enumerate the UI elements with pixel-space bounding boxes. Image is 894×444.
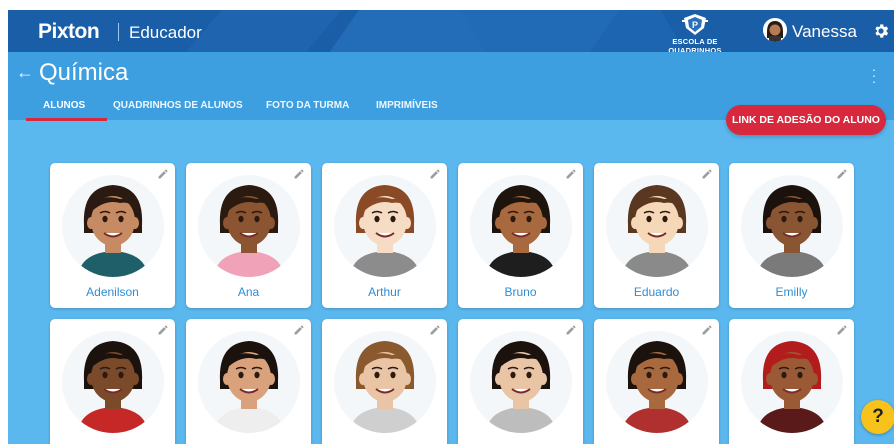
pixton-logo[interactable]: Pixton <box>38 20 100 44</box>
student-name[interactable]: Adenilson <box>50 285 175 299</box>
edit-pencil-icon[interactable] <box>157 324 169 336</box>
student-avatar <box>62 175 164 277</box>
user-name[interactable]: Vanessa <box>792 22 857 42</box>
student-avatar <box>606 331 708 433</box>
gear-icon[interactable] <box>872 22 890 40</box>
logo-divider <box>118 23 119 41</box>
product-name: Educador <box>129 23 202 42</box>
student-card[interactable]: Adenilson <box>50 163 175 308</box>
edit-pencil-icon[interactable] <box>565 168 577 180</box>
student-avatar <box>741 331 843 433</box>
edit-pencil-icon[interactable] <box>157 168 169 180</box>
tab-foto-da-turma[interactable]: FOTO DA TURMA <box>266 100 349 111</box>
edit-pencil-icon[interactable] <box>429 324 441 336</box>
more-options-icon[interactable]: · · · <box>870 62 878 88</box>
edit-pencil-icon[interactable] <box>293 324 305 336</box>
student-join-link-button[interactable]: LINK DE ADESÃO DO ALUNO <box>726 105 886 135</box>
edit-pencil-icon[interactable] <box>565 324 577 336</box>
svg-text:P: P <box>692 20 698 30</box>
student-avatar <box>470 175 572 277</box>
student-card[interactable] <box>458 319 583 444</box>
tab-imprimiveis[interactable]: IMPRIMÍVEIS <box>376 100 438 111</box>
student-card[interactable] <box>50 319 175 444</box>
student-card[interactable] <box>594 319 719 444</box>
shield-icon: P <box>682 14 708 35</box>
student-card[interactable]: Bruno <box>458 163 583 308</box>
tab-alunos[interactable]: ALUNOS <box>43 100 85 111</box>
student-name[interactable]: Arthur <box>322 285 447 299</box>
student-avatar <box>198 175 300 277</box>
student-avatar <box>334 331 436 433</box>
student-avatar <box>62 331 164 433</box>
student-avatar <box>470 331 572 433</box>
student-card[interactable] <box>729 319 854 444</box>
student-avatar <box>198 331 300 433</box>
active-tab-indicator <box>26 118 107 121</box>
class-title: Química <box>39 59 129 86</box>
user-avatar[interactable] <box>763 18 787 42</box>
edit-pencil-icon[interactable] <box>293 168 305 180</box>
edit-pencil-icon[interactable] <box>701 168 713 180</box>
back-arrow-icon[interactable]: ← <box>16 62 34 83</box>
student-name[interactable]: Bruno <box>458 285 583 299</box>
school-badge[interactable]: P ESCOLA DE QUADRINHOS <box>646 12 744 52</box>
student-card[interactable]: Arthur <box>322 163 447 308</box>
student-card[interactable]: Ana <box>186 163 311 308</box>
top-bar: Pixton Educador P ESCOLA DE QUADRINHOS V… <box>8 10 894 52</box>
student-card[interactable]: Emilly <box>729 163 854 308</box>
student-name[interactable]: Emilly <box>729 285 854 299</box>
edit-pencil-icon[interactable] <box>701 324 713 336</box>
edit-pencil-icon[interactable] <box>836 324 848 336</box>
student-avatar <box>334 175 436 277</box>
student-avatar <box>606 175 708 277</box>
tab-quadrinhos-de-alunos[interactable]: QUADRINHOS DE ALUNOS <box>113 100 243 111</box>
edit-pencil-icon[interactable] <box>836 168 848 180</box>
student-card[interactable]: Eduardo <box>594 163 719 308</box>
student-card[interactable] <box>186 319 311 444</box>
edit-pencil-icon[interactable] <box>429 168 441 180</box>
student-avatar <box>741 175 843 277</box>
student-card[interactable] <box>322 319 447 444</box>
app-frame: Pixton Educador P ESCOLA DE QUADRINHOS V… <box>8 10 894 444</box>
help-button[interactable]: ? <box>861 400 894 434</box>
student-name[interactable]: Ana <box>186 285 311 299</box>
student-name[interactable]: Eduardo <box>594 285 719 299</box>
